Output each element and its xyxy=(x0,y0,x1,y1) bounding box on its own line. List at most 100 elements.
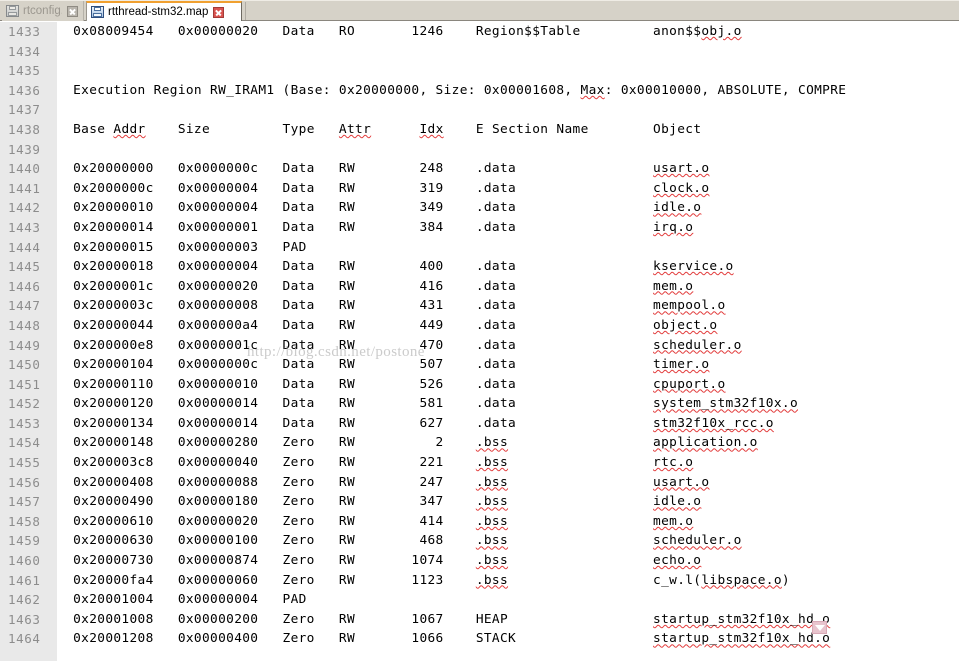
line-content: 0x200000e8 0x0000001c Data RW 470 .data … xyxy=(57,337,742,353)
tab-label: rtthread-stm32.map xyxy=(108,6,209,18)
editor-line[interactable]: 1445 0x20000018 0x00000004 Data RW 400 .… xyxy=(0,257,959,277)
editor-line[interactable]: 1448 0x20000044 0x000000a4 Data RW 449 .… xyxy=(0,316,959,336)
editor-line[interactable]: 1455 0x200003c8 0x00000040 Zero RW 221 .… xyxy=(0,453,959,473)
line-content: 0x20001208 0x00000400 Zero RW 1066 STACK… xyxy=(57,631,831,647)
editor-line[interactable]: 1438 Base Addr Size Type Attr Idx E Sect… xyxy=(0,120,959,140)
line-number: 1439 xyxy=(8,141,41,157)
line-content: 0x20000015 0x00000003 PAD xyxy=(57,239,307,255)
editor-line[interactable]: 1435 xyxy=(0,61,959,81)
line-content: 0x20000fa4 0x00000060 Zero RW 1123 .bss … xyxy=(57,572,790,588)
editor-line[interactable]: 1433 0x08009454 0x00000020 Data RO 1246 … xyxy=(0,22,959,42)
line-content: 0x20000730 0x00000874 Zero RW 1074 .bss … xyxy=(57,553,702,569)
editor-tab-bar: rtconfig.h rtthread-stm32.map xyxy=(0,0,959,21)
line-number: 1444 xyxy=(8,239,41,255)
line-number: 1454 xyxy=(8,435,41,451)
editor-line[interactable]: 1451 0x20000110 0x00000010 Data RW 526 .… xyxy=(0,375,959,395)
line-content: 0x08009454 0x00000020 Data RO 1246 Regio… xyxy=(57,24,742,39)
line-number: 1435 xyxy=(8,63,41,79)
line-number: 1459 xyxy=(8,533,41,549)
line-content: 0x2000001c 0x00000020 Data RW 416 .data … xyxy=(57,278,694,294)
line-number: 1447 xyxy=(8,298,41,314)
line-number: 1433 xyxy=(8,24,41,39)
line-content: 0x20000120 0x00000014 Data RW 581 .data … xyxy=(57,396,799,412)
line-content: 0x20000134 0x00000014 Data RW 627 .data … xyxy=(57,415,774,431)
line-content: 0x20000630 0x00000100 Zero RW 468 .bss s… xyxy=(57,533,742,549)
line-content: 0x20000000 0x0000000c Data RW 248 .data … xyxy=(57,161,710,177)
line-content: 0x20000010 0x00000004 Data RW 349 .data … xyxy=(57,200,702,216)
line-number: 1452 xyxy=(8,396,41,412)
line-number: 1441 xyxy=(8,180,41,196)
line-content: 0x2000000c 0x00000004 Data RW 319 .data … xyxy=(57,180,710,196)
tab-rtthread-stm32-map[interactable]: rtthread-stm32.map xyxy=(86,1,242,21)
close-icon[interactable] xyxy=(67,5,78,17)
line-content: Base Addr Size Type Attr Idx E Section N… xyxy=(57,121,702,137)
editor-line[interactable]: 1444 0x20000015 0x00000003 PAD xyxy=(0,238,959,258)
line-number: 1460 xyxy=(8,553,41,569)
line-number: 1457 xyxy=(8,494,41,510)
editor-line[interactable]: 1440 0x20000000 0x0000000c Data RW 248 .… xyxy=(0,159,959,179)
code-editor[interactable]: 1433 0x08009454 0x00000020 Data RO 1246 … xyxy=(0,22,959,661)
editor-line[interactable]: 1460 0x20000730 0x00000874 Zero RW 1074 … xyxy=(0,551,959,571)
line-number: 1436 xyxy=(8,82,41,98)
line-number: 1443 xyxy=(8,219,41,235)
editor-line[interactable]: 1456 0x20000408 0x00000088 Zero RW 247 .… xyxy=(0,473,959,493)
editor-line[interactable]: 1457 0x20000490 0x00000180 Zero RW 347 .… xyxy=(0,492,959,512)
line-content: 0x20000110 0x00000010 Data RW 526 .data … xyxy=(57,376,726,392)
editor-line[interactable]: 1443 0x20000014 0x00000001 Data RW 384 .… xyxy=(0,218,959,238)
line-number: 1458 xyxy=(8,513,41,529)
editor-line[interactable]: 1437 xyxy=(0,100,959,120)
save-file-icon xyxy=(6,5,19,17)
line-content: 0x20001004 0x00000004 PAD xyxy=(57,592,307,608)
line-content: 0x20000610 0x00000020 Zero RW 414 .bss m… xyxy=(57,513,694,529)
line-number: 1437 xyxy=(8,102,41,118)
line-number: 1448 xyxy=(8,317,41,333)
line-number: 1445 xyxy=(8,259,41,275)
editor-line[interactable]: 1461 0x20000fa4 0x00000060 Zero RW 1123 … xyxy=(0,571,959,591)
editor-line[interactable]: 1442 0x20000010 0x00000004 Data RW 349 .… xyxy=(0,198,959,218)
line-content: 0x20000408 0x00000088 Zero RW 247 .bss u… xyxy=(57,474,710,490)
editor-line[interactable]: 1454 0x20000148 0x00000280 Zero RW 2 .bs… xyxy=(0,433,959,453)
line-content: 0x20000148 0x00000280 Zero RW 2 .bss app… xyxy=(57,435,758,451)
line-content: Execution Region RW_IRAM1 (Base: 0x20000… xyxy=(57,82,847,98)
tab-label: rtconfig.h xyxy=(23,5,62,17)
line-number: 1449 xyxy=(8,337,41,353)
line-content: 0x20000490 0x00000180 Zero RW 347 .bss i… xyxy=(57,494,702,510)
editor-lines: 1433 0x08009454 0x00000020 Data RO 1246 … xyxy=(0,22,959,649)
line-number: 1456 xyxy=(8,474,41,490)
tab-bar-divider xyxy=(245,2,246,20)
editor-line[interactable]: 1436 Execution Region RW_IRAM1 (Base: 0x… xyxy=(0,81,959,101)
line-number: 1438 xyxy=(8,121,41,137)
line-number: 1434 xyxy=(8,43,41,59)
chevron-down-icon[interactable] xyxy=(812,621,827,634)
line-number: 1453 xyxy=(8,415,41,431)
editor-line[interactable]: 1439 xyxy=(0,140,959,160)
tab-rtconfig-h[interactable]: rtconfig.h xyxy=(2,1,84,21)
line-content: 0x20000044 0x000000a4 Data RW 449 .data … xyxy=(57,317,718,333)
line-number: 1451 xyxy=(8,376,41,392)
line-content: 0x2000003c 0x00000008 Data RW 431 .data … xyxy=(57,298,726,314)
line-number: 1461 xyxy=(8,572,41,588)
editor-line[interactable]: 1441 0x2000000c 0x00000004 Data RW 319 .… xyxy=(0,179,959,199)
editor-line[interactable]: 1452 0x20000120 0x00000014 Data RW 581 .… xyxy=(0,394,959,414)
editor-line[interactable]: 1459 0x20000630 0x00000100 Zero RW 468 .… xyxy=(0,531,959,551)
line-number: 1442 xyxy=(8,200,41,216)
line-content: 0x20000014 0x00000001 Data RW 384 .data … xyxy=(57,219,694,235)
editor-line[interactable]: 1446 0x2000001c 0x00000020 Data RW 416 .… xyxy=(0,277,959,297)
save-file-icon xyxy=(91,6,104,18)
line-number: 1463 xyxy=(8,611,41,627)
editor-line[interactable]: 1450 0x20000104 0x0000000c Data RW 507 .… xyxy=(0,355,959,375)
line-content: 0x20001008 0x00000200 Zero RW 1067 HEAP … xyxy=(57,611,831,627)
line-content: 0x200003c8 0x00000040 Zero RW 221 .bss r… xyxy=(57,455,694,471)
line-number: 1440 xyxy=(8,161,41,177)
line-number: 1446 xyxy=(8,278,41,294)
editor-line[interactable]: 1434 xyxy=(0,42,959,62)
line-number: 1450 xyxy=(8,357,41,373)
line-number: 1464 xyxy=(8,631,41,647)
editor-line[interactable]: 1453 0x20000134 0x00000014 Data RW 627 .… xyxy=(0,414,959,434)
editor-line[interactable]: 1462 0x20001004 0x00000004 PAD xyxy=(0,590,959,610)
line-number: 1455 xyxy=(8,455,41,471)
editor-line[interactable]: 1458 0x20000610 0x00000020 Zero RW 414 .… xyxy=(0,512,959,532)
editor-line[interactable]: 1449 0x200000e8 0x0000001c Data RW 470 .… xyxy=(0,336,959,356)
close-icon[interactable] xyxy=(213,6,225,18)
editor-line[interactable]: 1447 0x2000003c 0x00000008 Data RW 431 .… xyxy=(0,296,959,316)
